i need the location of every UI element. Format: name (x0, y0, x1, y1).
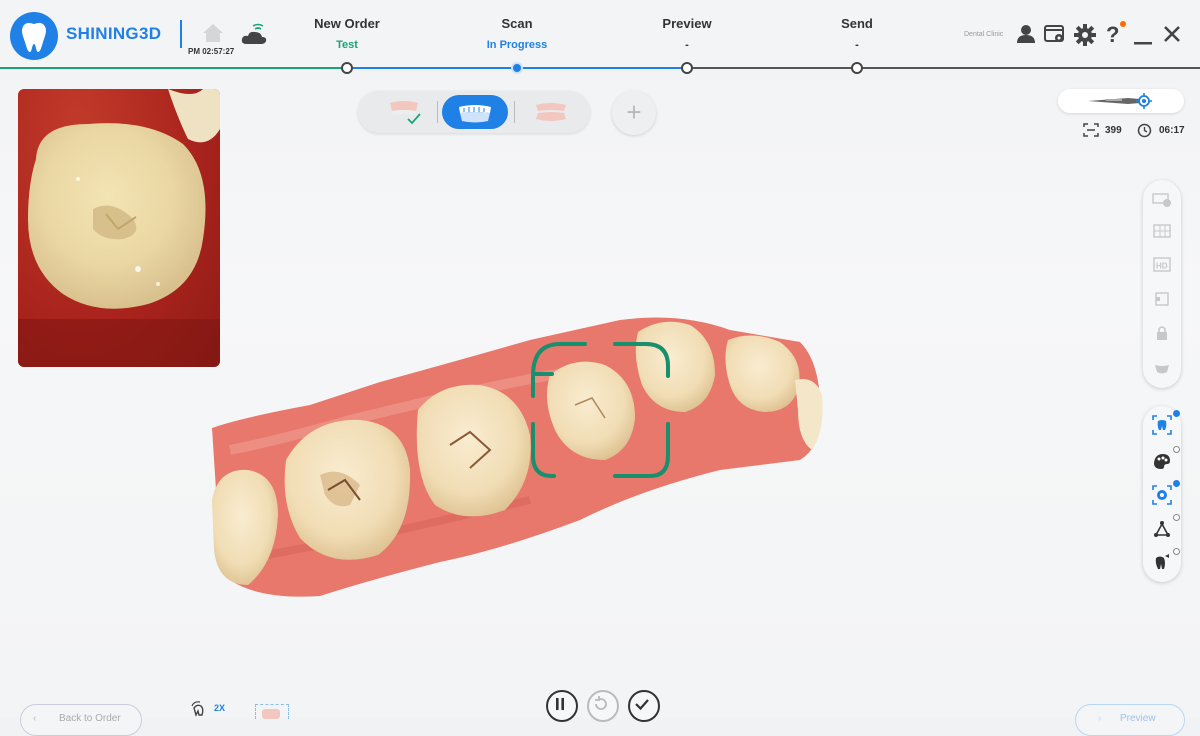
trim-icon[interactable] (1151, 518, 1173, 540)
tool-indicator-dot (1173, 480, 1180, 487)
speed-label: 2X (214, 703, 226, 713)
speed-toggle[interactable]: 2X (190, 700, 230, 718)
region-icon[interactable] (1151, 288, 1173, 310)
lower-jaw-button[interactable] (442, 95, 508, 129)
camera-settings-icon[interactable] (1151, 188, 1173, 210)
step-new-order[interactable]: New Order Test (287, 16, 407, 51)
brand-name: SHINING3D (66, 24, 162, 43)
tool-indicator-dot (1173, 410, 1180, 417)
logo-icon (10, 12, 58, 60)
add-scan-button[interactable]: + (612, 91, 656, 135)
home-icon[interactable] (200, 22, 226, 49)
step-node-new-order (341, 62, 353, 74)
step-status: - (855, 39, 859, 51)
clock-icon (1137, 123, 1152, 141)
scan-model-viewport[interactable] (200, 300, 840, 610)
brand-divider (180, 20, 182, 48)
step-label: Send (841, 16, 873, 31)
step-node-preview (681, 62, 693, 74)
step-node-scan (511, 62, 523, 74)
step-node-send (851, 62, 863, 74)
user-icon[interactable] (1016, 24, 1036, 49)
preview-label: Preview (1120, 713, 1156, 724)
step-label: Preview (662, 16, 712, 31)
pause-button[interactable] (546, 690, 578, 722)
tooth-marker-icon[interactable] (1151, 552, 1173, 574)
step-label: Scan (501, 16, 533, 31)
confirm-button[interactable] (628, 690, 660, 722)
clock-text: PM 02:57:27 (188, 47, 235, 56)
tooth-scan-icon[interactable] (1151, 414, 1173, 436)
jaw-model-icon[interactable] (1151, 356, 1173, 378)
help-icon[interactable]: ? (1104, 20, 1126, 51)
grid-icon[interactable] (1151, 220, 1173, 242)
jaw-divider (514, 101, 515, 123)
tool-indicator-dot (1173, 514, 1180, 521)
scanner-status[interactable] (1058, 89, 1184, 113)
progress-track-done (0, 67, 345, 69)
bite-scan-icon[interactable] (255, 704, 289, 719)
focus-scan-icon[interactable] (1151, 484, 1173, 506)
top-header: SHINING3D PM 02:57:27 New Order Test Sca… (0, 0, 1200, 74)
clinic-name: Dental Clinic (964, 31, 1004, 38)
target-icon (1136, 93, 1152, 114)
step-preview[interactable]: Preview - (627, 16, 747, 51)
progress-track-remaining (685, 67, 1200, 69)
texture-icon[interactable] (1151, 450, 1173, 472)
screen-settings-icon[interactable] (1044, 24, 1066, 49)
scan-tools-toolbar (1143, 406, 1181, 582)
scan-mode-toolbar: HD (1143, 180, 1181, 388)
cloud-wifi-icon[interactable] (240, 22, 268, 51)
arrow-left-icon: ‹ (33, 713, 37, 724)
step-status: Test (336, 39, 358, 51)
rotate-tooth-icon (191, 701, 204, 717)
tool-indicator-dot (1173, 446, 1180, 453)
jaw-selector (358, 91, 590, 133)
arrow-right-icon: › (1098, 713, 1102, 724)
undo-button[interactable] (587, 690, 619, 722)
camera-preview (18, 89, 220, 367)
tool-indicator-dot (1173, 548, 1180, 555)
step-send[interactable]: Send - (797, 16, 917, 51)
step-status: In Progress (486, 39, 548, 51)
hd-icon[interactable]: HD (1151, 254, 1173, 276)
step-label: New Order (314, 16, 380, 31)
lock-icon[interactable] (1151, 322, 1173, 344)
frame-count: 399 (1105, 125, 1122, 136)
close-icon[interactable] (1164, 26, 1180, 47)
back-to-order-label: Back to Order (59, 713, 121, 724)
svg-text:HD: HD (1156, 262, 1168, 271)
jaw-divider (437, 101, 438, 123)
svg-text:?: ? (1106, 22, 1119, 46)
minimize-icon[interactable] (1134, 33, 1152, 51)
frame-count-icon (1083, 123, 1099, 140)
step-status: - (685, 39, 689, 51)
step-scan[interactable]: Scan In Progress (457, 16, 577, 51)
back-to-order-button[interactable]: ‹ Back to Order (20, 704, 142, 736)
preview-button[interactable]: › Preview (1075, 704, 1185, 736)
upper-jaw-button[interactable] (372, 95, 436, 129)
gear-icon[interactable] (1074, 24, 1096, 51)
bite-button[interactable] (518, 95, 584, 129)
elapsed-time: 06:17 (1159, 125, 1185, 136)
